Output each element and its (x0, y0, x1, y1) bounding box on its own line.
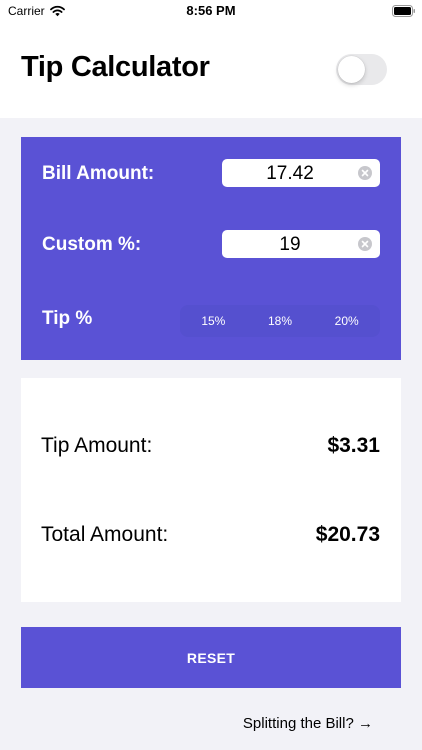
input-panel: Bill Amount: 17.42 Custom %: 19 Tip % 15… (21, 137, 401, 360)
custom-percent-value: 19 (279, 234, 301, 255)
result-panel: Tip Amount: $3.31 Total Amount: $20.73 (21, 378, 401, 602)
battery-icon (392, 5, 415, 17)
total-amount-value: $20.73 (315, 523, 380, 546)
mode-toggle[interactable] (336, 54, 387, 85)
page-title: Tip Calculator (21, 51, 210, 83)
tip-percent-selector: 15% 18% 20% (180, 305, 380, 337)
clear-icon[interactable] (358, 166, 372, 180)
bill-amount-value: 17.42 (266, 163, 314, 184)
total-amount-label: Total Amount: (41, 523, 169, 546)
tip-option-18[interactable]: 18% (249, 307, 312, 335)
bill-amount-label: Bill Amount: (42, 163, 155, 184)
custom-percent-field[interactable]: 19 (222, 230, 380, 258)
header: Tip Calculator (0, 24, 422, 118)
tip-amount-label: Tip Amount: (41, 434, 153, 457)
split-bill-link[interactable]: Splitting the Bill? → (243, 715, 373, 732)
tip-amount-value: $3.31 (327, 434, 380, 457)
tip-option-20[interactable]: 20% (315, 307, 378, 335)
status-time: 8:56 PM (186, 3, 236, 18)
status-bar: Carrier 8:56 PM (0, 0, 422, 24)
reset-button[interactable]: RESET (21, 627, 401, 688)
toggle-knob (338, 56, 365, 83)
bill-amount-field[interactable]: 17.42 (222, 159, 380, 187)
tip-option-15[interactable]: 15% (182, 307, 245, 335)
tip-percent-label: Tip % (42, 308, 93, 329)
clear-icon[interactable] (358, 237, 372, 251)
custom-percent-label: Custom %: (42, 234, 142, 255)
